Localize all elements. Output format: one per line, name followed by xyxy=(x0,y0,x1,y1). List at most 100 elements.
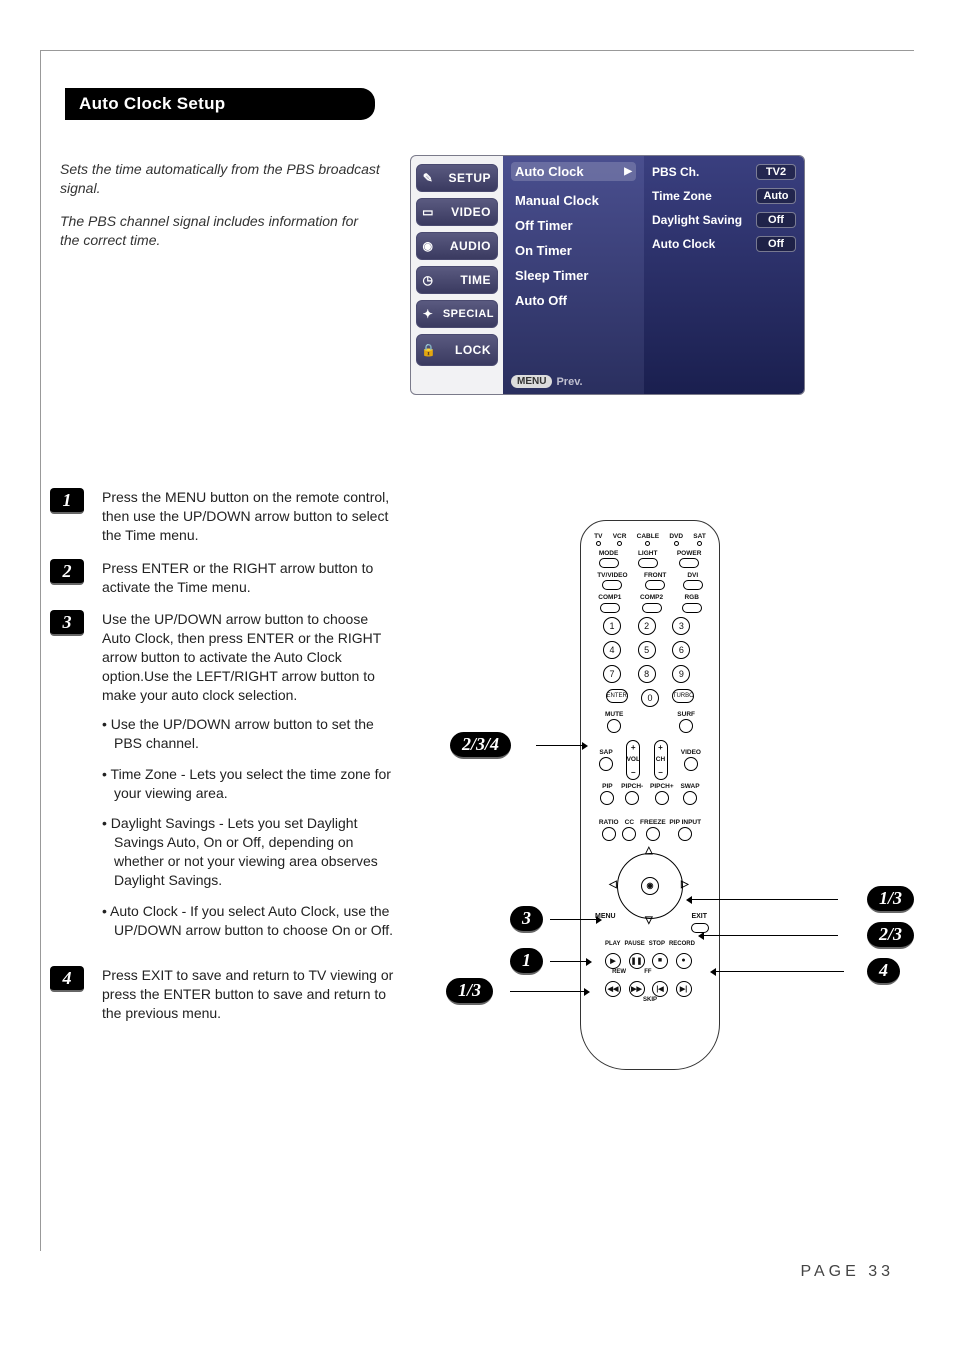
step: 2 Press ENTER or the RIGHT arrow button … xyxy=(50,559,400,597)
time-icon: ◷ xyxy=(421,273,435,287)
intro-paragraph: Sets the time automatically from the PBS… xyxy=(60,160,380,198)
digit-button[interactable]: 2 xyxy=(638,617,656,635)
arrow-down-icon[interactable]: ▽ xyxy=(645,915,653,926)
osd-item[interactable]: Sleep Timer xyxy=(513,266,634,285)
osd-tab-lock[interactable]: 🔒LOCK xyxy=(416,334,498,366)
skipfwd-button[interactable]: ▶| xyxy=(676,981,692,997)
digit-button[interactable]: 5 xyxy=(638,641,656,659)
power-button[interactable] xyxy=(679,558,699,568)
digit-button[interactable]: 7 xyxy=(603,665,621,683)
turbo-button[interactable]: TURBO xyxy=(672,689,694,703)
lead-line xyxy=(510,991,588,992)
lead-line xyxy=(712,971,844,972)
lead-line xyxy=(536,745,586,746)
dpad-center-button[interactable]: ◉ xyxy=(641,877,659,895)
ff-button[interactable]: ▶▶ xyxy=(629,981,645,997)
digit-button[interactable]: 8 xyxy=(638,665,656,683)
pipchup-button[interactable] xyxy=(655,791,669,805)
osd-tab-setup[interactable]: ✎SETUP xyxy=(416,164,498,192)
ch-rocker[interactable]: +CH− xyxy=(654,740,668,780)
led-icon xyxy=(674,541,679,546)
digit-button[interactable]: 4 xyxy=(603,641,621,659)
osd-item-auto-clock[interactable]: Auto Clock ▶ xyxy=(511,162,636,181)
osd-item[interactable]: Manual Clock xyxy=(513,191,634,210)
digit-button[interactable]: 1 xyxy=(603,617,621,635)
led-icon xyxy=(617,541,622,546)
callout-enter: 2/3/4 xyxy=(450,732,511,759)
light-button[interactable] xyxy=(638,558,658,568)
digit-button[interactable]: 9 xyxy=(672,665,690,683)
osd-tab-video[interactable]: ▭VIDEO xyxy=(416,198,498,226)
video-icon: ▭ xyxy=(421,205,435,219)
rew-button[interactable]: ◀◀ xyxy=(605,981,621,997)
step: 4 Press EXIT to save and return to TV vi… xyxy=(50,966,400,1023)
arrow-up-icon[interactable]: △ xyxy=(645,845,653,856)
osd-submenu: Auto Clock ▶ Manual Clock Off Timer On T… xyxy=(503,156,644,394)
callout-up: 1/3 xyxy=(867,886,914,913)
dvi-button[interactable] xyxy=(683,580,703,590)
sap-button[interactable] xyxy=(599,757,613,771)
led-icon xyxy=(645,541,650,546)
rgb-button[interactable] xyxy=(682,603,702,613)
osd-tab-special[interactable]: ✦SPECIAL xyxy=(416,300,498,328)
vol-rocker[interactable]: +VOL− xyxy=(626,740,640,780)
osd-tab-time[interactable]: ◷TIME xyxy=(416,266,498,294)
video-button[interactable] xyxy=(684,757,698,771)
lead-line xyxy=(550,961,590,962)
osd-item[interactable]: On Timer xyxy=(513,241,634,260)
dpad: ◉ △ ▽ ◁ ▷ MENU EXIT xyxy=(595,847,705,937)
osd-item[interactable]: Off Timer xyxy=(513,216,634,235)
arrow-left-icon[interactable]: ◁ xyxy=(609,879,617,890)
bullet: Use the UP/DOWN arrow button to set the … xyxy=(102,715,400,753)
cc-button[interactable] xyxy=(622,827,636,841)
osd-menu: ✎SETUP ▭VIDEO ◉AUDIO ◷TIME ✦SPECIAL 🔒LOC… xyxy=(410,155,805,395)
arrow-right-icon[interactable]: ▷ xyxy=(681,879,689,890)
setup-icon: ✎ xyxy=(421,171,435,185)
osd-value-row: Time ZoneAuto xyxy=(652,188,796,204)
osd-tab-audio[interactable]: ◉AUDIO xyxy=(416,232,498,260)
play-button[interactable]: ▶ xyxy=(605,953,621,969)
mute-button[interactable] xyxy=(607,719,621,733)
exit-label: EXIT xyxy=(691,913,707,920)
skipback-button[interactable]: |◀ xyxy=(652,981,668,997)
led-icon xyxy=(596,541,601,546)
osd-tab-list: ✎SETUP ▭VIDEO ◉AUDIO ◷TIME ✦SPECIAL 🔒LOC… xyxy=(411,156,503,394)
record-button[interactable]: ● xyxy=(676,953,692,969)
digit-button[interactable]: 6 xyxy=(672,641,690,659)
osd-value: Auto xyxy=(756,188,796,204)
surf-button[interactable] xyxy=(679,719,693,733)
pip-button[interactable] xyxy=(600,791,614,805)
stop-button[interactable]: ■ xyxy=(652,953,668,969)
callout-menu: 1 xyxy=(510,948,543,975)
steps-list: 1 Press the MENU button on the remote co… xyxy=(50,488,400,1036)
pipinput-button[interactable] xyxy=(678,827,692,841)
enter-button[interactable]: ENTER xyxy=(606,689,628,703)
ratio-button[interactable] xyxy=(602,827,616,841)
comp2-button[interactable] xyxy=(642,603,662,613)
step-body: Press EXIT to save and return to TV view… xyxy=(102,966,400,1023)
digit-button[interactable]: 0 xyxy=(641,689,659,707)
front-button[interactable] xyxy=(645,580,665,590)
callout-right: 2/3 xyxy=(867,922,914,949)
callout-dpad: 3 xyxy=(510,906,543,933)
tvvideo-button[interactable] xyxy=(602,580,622,590)
digit-button[interactable]: 3 xyxy=(672,617,690,635)
step-body: Use the UP/DOWN arrow button to choose A… xyxy=(102,610,400,951)
callout-exit: 4 xyxy=(867,958,900,985)
freeze-button[interactable] xyxy=(646,827,660,841)
step: 3 Use the UP/DOWN arrow button to choose… xyxy=(50,610,400,951)
bullet: Daylight Savings - Lets you set Daylight… xyxy=(102,814,400,890)
step-number-badge: 1 xyxy=(50,488,84,514)
prev-label: Prev. xyxy=(556,376,582,388)
osd-value: TV2 xyxy=(756,164,796,180)
osd-item[interactable]: Auto Off xyxy=(513,291,634,310)
mode-button[interactable] xyxy=(599,558,619,568)
swap-button[interactable] xyxy=(683,791,697,805)
led-icon xyxy=(697,541,702,546)
lock-icon: 🔒 xyxy=(421,343,435,357)
pipchdown-button[interactable] xyxy=(625,791,639,805)
intro-paragraph: The PBS channel signal includes informat… xyxy=(60,212,380,250)
chevron-right-icon: ▶ xyxy=(624,166,632,177)
comp1-button[interactable] xyxy=(600,603,620,613)
pause-button[interactable]: ❚❚ xyxy=(629,953,645,969)
